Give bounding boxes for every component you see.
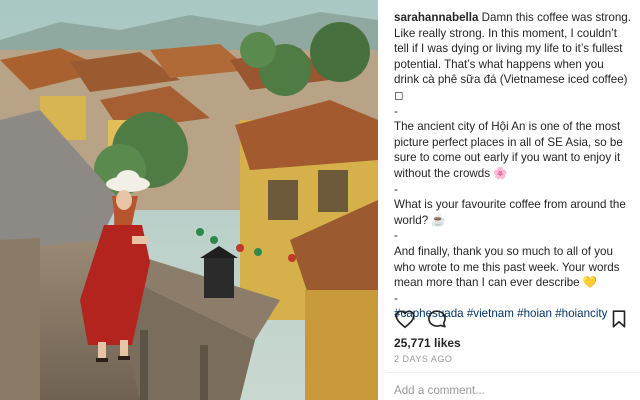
post-caption: sarahannabella Damn this coffee was stro… [394, 10, 632, 322]
caption-text-paragraph: What is your favourite coffee from aroun… [394, 198, 626, 227]
caption-text-intro: Damn this coffee was strong. Like really… [394, 11, 631, 102]
post-details-panel: sarahannabella Damn this coffee was stro… [386, 0, 640, 400]
bookmark-icon[interactable] [608, 308, 632, 332]
comment-bubble-icon[interactable] [426, 308, 450, 332]
heart-icon[interactable] [394, 308, 418, 332]
post-photo[interactable] [0, 0, 378, 400]
comment-input[interactable] [394, 382, 630, 398]
action-bar [394, 308, 632, 334]
caption-text-paragraph: The ancient city of Hội An is one of the… [394, 120, 623, 180]
divider [386, 372, 640, 373]
like-count[interactable]: 25,771 likes [394, 336, 461, 350]
username-link[interactable]: sarahannabella [394, 11, 478, 24]
caption-separator: - [394, 291, 398, 305]
caption-separator: - [394, 104, 398, 118]
caption-separator: - [394, 182, 398, 196]
caption-separator: - [394, 229, 398, 243]
caption-text-paragraph: And finally, thank you so much to all of… [394, 244, 620, 290]
post-timestamp[interactable]: 2 DAYS AGO [394, 354, 452, 364]
